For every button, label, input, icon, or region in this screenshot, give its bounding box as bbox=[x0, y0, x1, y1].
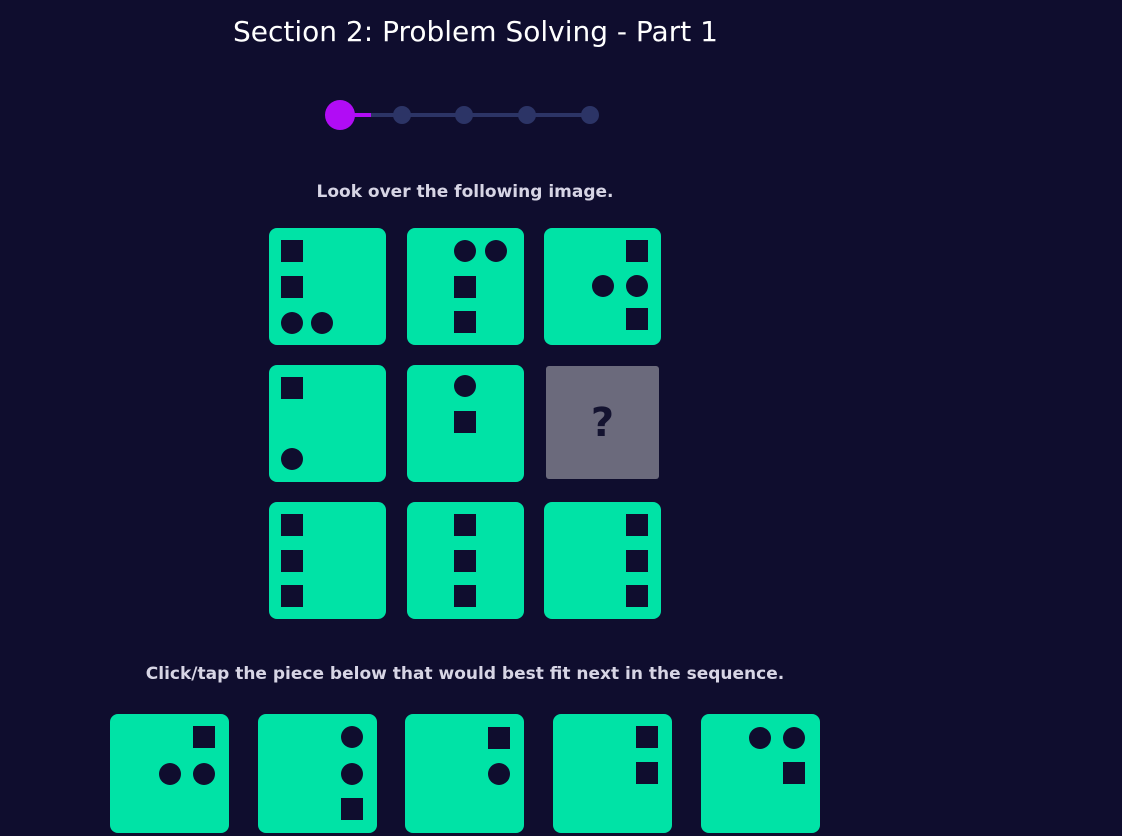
page-title: Section 2: Problem Solving - Part 1 bbox=[233, 15, 718, 48]
square-shape bbox=[783, 762, 805, 784]
circle-shape bbox=[193, 763, 215, 785]
square-shape bbox=[454, 514, 476, 536]
square-shape bbox=[636, 726, 658, 748]
puzzle-tile-r3c1 bbox=[269, 502, 386, 619]
progress-step-5 bbox=[581, 106, 599, 124]
answer-option-3[interactable] bbox=[405, 714, 524, 833]
circle-shape bbox=[783, 727, 805, 749]
circle-shape bbox=[454, 240, 476, 262]
progress-step-4 bbox=[518, 106, 536, 124]
answer-option-5[interactable] bbox=[701, 714, 820, 833]
square-shape bbox=[281, 377, 303, 399]
puzzle-tile-r2c1 bbox=[269, 365, 386, 482]
circle-shape bbox=[749, 727, 771, 749]
choose-instruction: Click/tap the piece below that would bes… bbox=[145, 664, 785, 684]
square-shape bbox=[341, 798, 363, 820]
missing-piece-tile: ? bbox=[546, 366, 659, 479]
square-shape bbox=[626, 585, 648, 607]
answer-option-4[interactable] bbox=[553, 714, 672, 833]
progress-indicator bbox=[325, 100, 601, 130]
circle-shape bbox=[592, 275, 614, 297]
puzzle-tile-r2c2 bbox=[407, 365, 524, 482]
square-shape bbox=[193, 726, 215, 748]
square-shape bbox=[281, 585, 303, 607]
circle-shape bbox=[488, 763, 510, 785]
circle-shape bbox=[454, 375, 476, 397]
square-shape bbox=[281, 514, 303, 536]
square-shape bbox=[488, 727, 510, 749]
progress-step-3 bbox=[455, 106, 473, 124]
look-instruction: Look over the following image. bbox=[316, 182, 614, 202]
answer-option-1[interactable] bbox=[110, 714, 229, 833]
quiz-page: Section 2: Problem Solving - Part 1 Look… bbox=[0, 0, 1122, 836]
square-shape bbox=[454, 550, 476, 572]
circle-shape bbox=[159, 763, 181, 785]
square-shape bbox=[281, 240, 303, 262]
square-shape bbox=[626, 550, 648, 572]
answer-option-2[interactable] bbox=[258, 714, 377, 833]
circle-shape bbox=[626, 275, 648, 297]
circle-shape bbox=[281, 312, 303, 334]
square-shape bbox=[636, 762, 658, 784]
circle-shape bbox=[485, 240, 507, 262]
square-shape bbox=[281, 550, 303, 572]
square-shape bbox=[454, 585, 476, 607]
square-shape bbox=[281, 276, 303, 298]
square-shape bbox=[626, 240, 648, 262]
puzzle-tile-r3c3 bbox=[544, 502, 661, 619]
square-shape bbox=[454, 311, 476, 333]
square-shape bbox=[454, 276, 476, 298]
circle-shape bbox=[311, 312, 333, 334]
circle-shape bbox=[341, 726, 363, 748]
square-shape bbox=[454, 411, 476, 433]
square-shape bbox=[626, 514, 648, 536]
circle-shape bbox=[281, 448, 303, 470]
progress-step-1-active bbox=[325, 100, 355, 130]
puzzle-tile-r1c2 bbox=[407, 228, 524, 345]
question-mark: ? bbox=[590, 399, 615, 446]
circle-shape bbox=[341, 763, 363, 785]
puzzle-tile-r1c3 bbox=[544, 228, 661, 345]
puzzle-tile-r3c2 bbox=[407, 502, 524, 619]
puzzle-tile-r1c1 bbox=[269, 228, 386, 345]
progress-step-2 bbox=[393, 106, 411, 124]
square-shape bbox=[626, 308, 648, 330]
